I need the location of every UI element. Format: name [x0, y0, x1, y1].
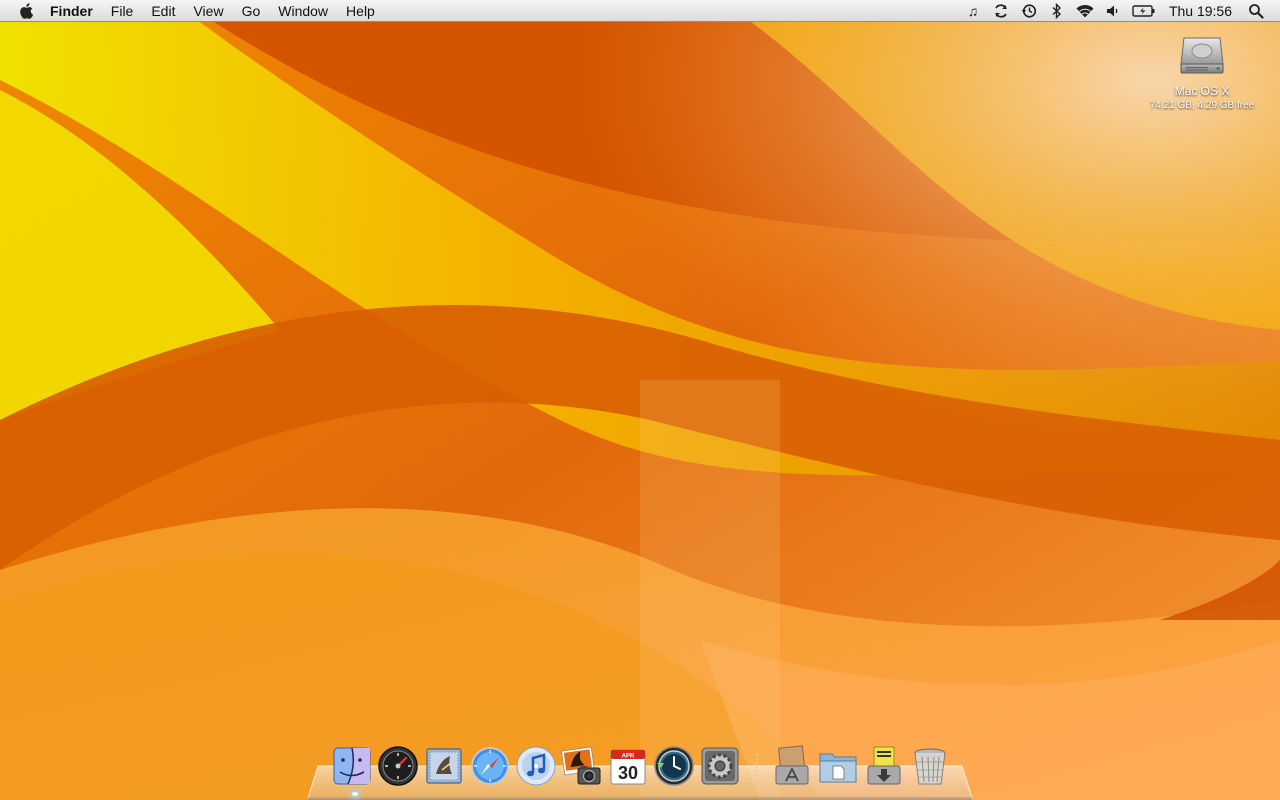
- battery-icon[interactable]: [1130, 0, 1158, 22]
- itunes-note-icon[interactable]: ♫: [962, 0, 984, 22]
- dock-mail-icon[interactable]: [422, 744, 466, 788]
- dock-system-preferences-icon[interactable]: [698, 744, 742, 788]
- wifi-icon[interactable]: [1074, 0, 1096, 22]
- menu-window[interactable]: Window: [269, 0, 337, 22]
- dock-safari-icon[interactable]: [468, 744, 512, 788]
- menu-edit[interactable]: Edit: [142, 0, 184, 22]
- dock-dashboard-icon[interactable]: [376, 744, 420, 788]
- disk-info-label: 74.21 GB, 4.29 GB free: [1149, 100, 1255, 111]
- menu-view[interactable]: View: [184, 0, 232, 22]
- dock-separator[interactable]: [750, 748, 764, 794]
- desktop[interactable]: Finder File Edit View Go Window Help ♫ T…: [0, 0, 1280, 800]
- dock-time-machine-icon[interactable]: [652, 744, 696, 788]
- ical-date: 30: [618, 763, 638, 783]
- dock-trash-icon[interactable]: [908, 744, 952, 788]
- spotlight-search-icon[interactable]: [1245, 0, 1267, 22]
- dock-documents-stack-icon[interactable]: [816, 744, 860, 788]
- disk-name-label: Mac OS X: [1174, 84, 1230, 98]
- ical-month: APR: [622, 754, 635, 760]
- bluetooth-icon[interactable]: [1046, 0, 1068, 22]
- menu-file[interactable]: File: [102, 0, 143, 22]
- dock-downloads-stack-icon[interactable]: [862, 744, 906, 788]
- desktop-disk[interactable]: Mac OS X 74.21 GB, 4.29 GB free: [1140, 30, 1264, 111]
- volume-icon[interactable]: [1102, 0, 1124, 22]
- sync-icon[interactable]: [990, 0, 1012, 22]
- menu-clock[interactable]: Thu 19:56: [1161, 0, 1242, 22]
- dock-itunes-icon[interactable]: [514, 744, 558, 788]
- dock-iphoto-icon[interactable]: [560, 744, 604, 788]
- dock-ical-icon[interactable]: APR 30: [606, 744, 650, 788]
- menu-go[interactable]: Go: [233, 0, 270, 22]
- time-machine-icon[interactable]: [1018, 0, 1040, 22]
- dock-applications-stack-icon[interactable]: [770, 744, 814, 788]
- finder-running-indicator: [352, 792, 358, 796]
- menu-bar: Finder File Edit View Go Window Help ♫ T…: [0, 0, 1280, 22]
- dock-finder-icon[interactable]: [330, 744, 374, 788]
- dock: APR 30: [330, 738, 954, 794]
- apple-icon[interactable]: [15, 0, 37, 22]
- hard-disk-icon[interactable]: [1178, 30, 1226, 78]
- wallpaper: [0, 0, 1280, 800]
- menu-app-finder[interactable]: Finder: [41, 0, 102, 22]
- menu-help[interactable]: Help: [337, 0, 384, 22]
